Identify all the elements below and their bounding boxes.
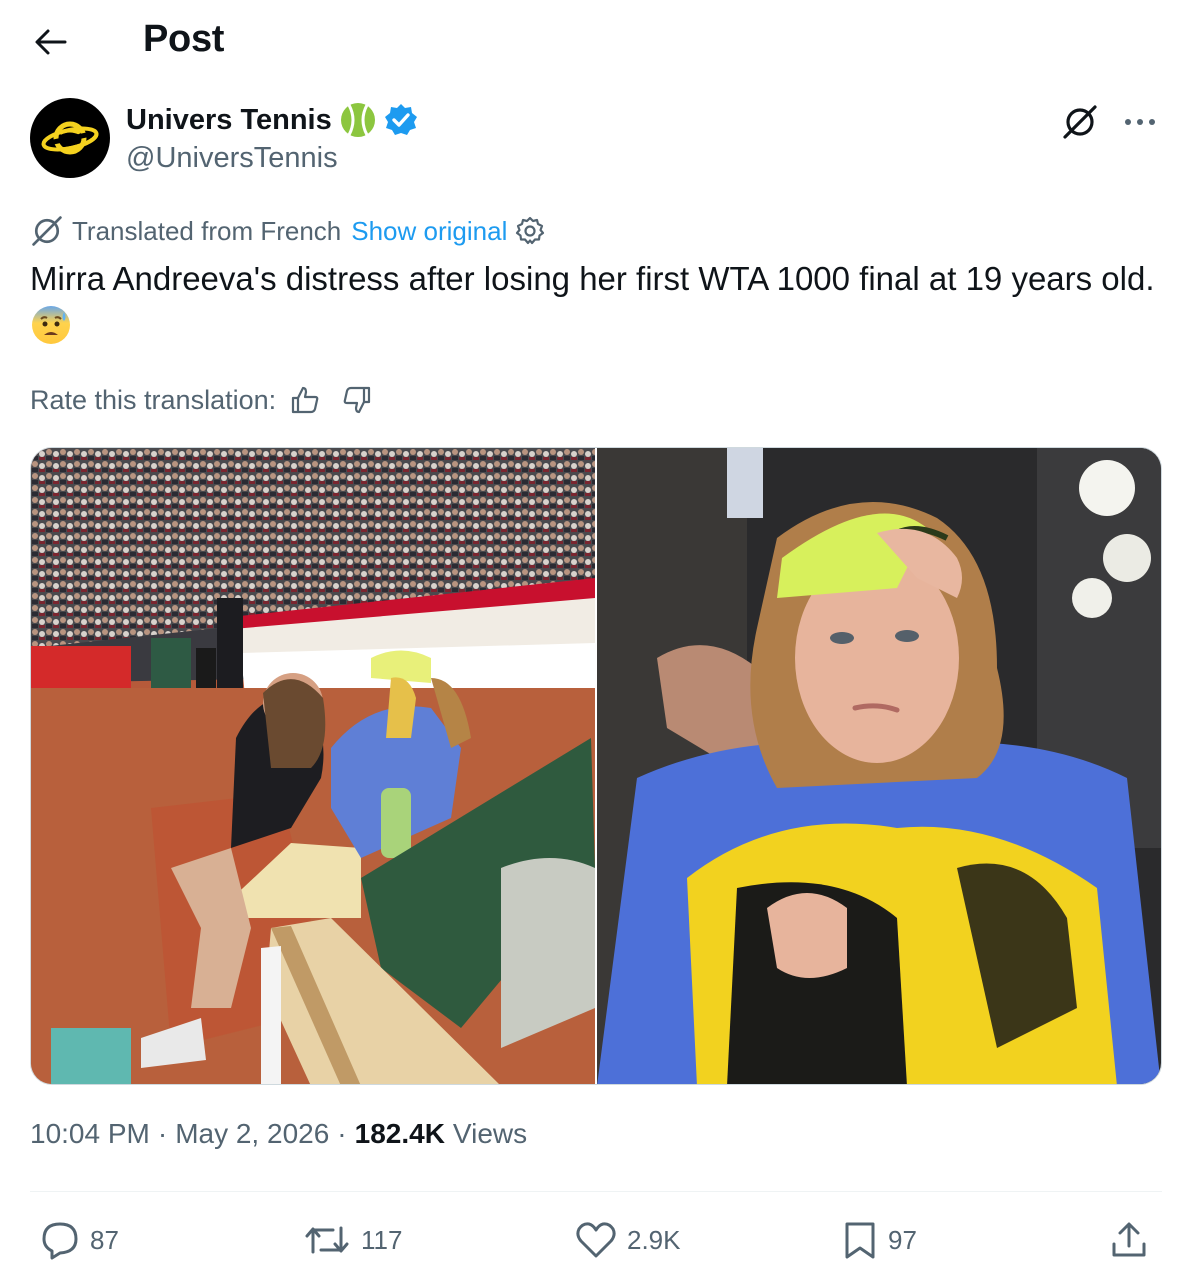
heart-icon [576, 1222, 616, 1258]
repost-count: 117 [361, 1224, 403, 1255]
author-name: Univers Tennis [126, 103, 332, 136]
media-grid [30, 447, 1162, 1085]
arrow-left-icon [35, 29, 67, 55]
top-bar: Post [0, 0, 1192, 82]
avatar[interactable] [30, 98, 110, 178]
thumbs-down-button[interactable] [342, 385, 372, 415]
bookmark-button[interactable]: 97 [842, 1212, 917, 1268]
share-button[interactable] [1110, 1212, 1148, 1268]
author-name-link[interactable]: Univers Tennis [126, 102, 418, 138]
share-icon [1112, 1222, 1146, 1257]
tweet-body: Mirra Andreeva's distress after losing h… [30, 260, 1155, 297]
more-horizontal-icon [1125, 119, 1155, 125]
tennis-bench-photo [31, 448, 595, 1084]
more-options-button[interactable] [1118, 100, 1162, 144]
thumbs-up-button[interactable] [290, 385, 320, 415]
verified-badge-icon [384, 104, 417, 135]
author-handle[interactable]: @UniversTennis [126, 142, 338, 175]
bookmark-count: 97 [888, 1224, 917, 1255]
thumbs-up-icon [292, 386, 319, 414]
gear-icon [516, 216, 545, 245]
translation-settings-button[interactable] [515, 216, 545, 246]
repost-button[interactable]: 117 [303, 1212, 402, 1268]
post-author: Univers Tennis @UniversTennis [30, 98, 1162, 182]
tweet-text: Mirra Andreeva's distress after losing h… [30, 256, 1165, 348]
grok-translate-icon [32, 216, 62, 246]
like-button[interactable]: 2.9K [575, 1212, 681, 1268]
reply-button[interactable]: 87 [40, 1212, 119, 1268]
media-photo-1[interactable] [31, 448, 595, 1084]
post-date[interactable]: May 2, 2026 [175, 1118, 329, 1150]
planet-logo-icon [41, 121, 99, 155]
views-count: 182.4K [354, 1118, 445, 1149]
reply-count: 87 [90, 1224, 119, 1255]
reply-icon [42, 1222, 78, 1260]
bookmark-icon [845, 1222, 875, 1259]
anxious-face-icon [32, 306, 70, 344]
anxious-face-emoji [30, 306, 72, 344]
views-label: Views [452, 1118, 528, 1149]
thumbs-down-icon [343, 386, 371, 414]
page-title: Post [143, 18, 225, 60]
post-time[interactable]: 10:04 PM [30, 1118, 150, 1150]
translated-from-label: Translated from French [72, 215, 342, 246]
like-count: 2.9K [627, 1224, 681, 1255]
meta-separator: · [157, 1118, 168, 1149]
divider [30, 1191, 1162, 1192]
rate-translation-label: Rate this translation: [30, 384, 277, 415]
show-original-link[interactable]: Show original [351, 216, 507, 247]
post-meta: 10:04 PM · May 2, 2026 · 182.4K Views [30, 1118, 527, 1150]
grok-icon [1063, 105, 1097, 139]
grok-button[interactable] [1058, 100, 1102, 144]
translation-notice: Translated from French Show original [30, 212, 545, 250]
action-bar: 87 117 2.9K 97 [30, 1212, 1162, 1268]
tennis-ball-icon [340, 103, 375, 137]
meta-separator: · [337, 1118, 347, 1149]
player-closeup-photo [597, 448, 1161, 1084]
media-photo-2[interactable] [597, 448, 1161, 1084]
rate-translation: Rate this translation: [30, 380, 372, 420]
repost-icon [305, 1226, 349, 1254]
back-button[interactable] [28, 20, 72, 64]
